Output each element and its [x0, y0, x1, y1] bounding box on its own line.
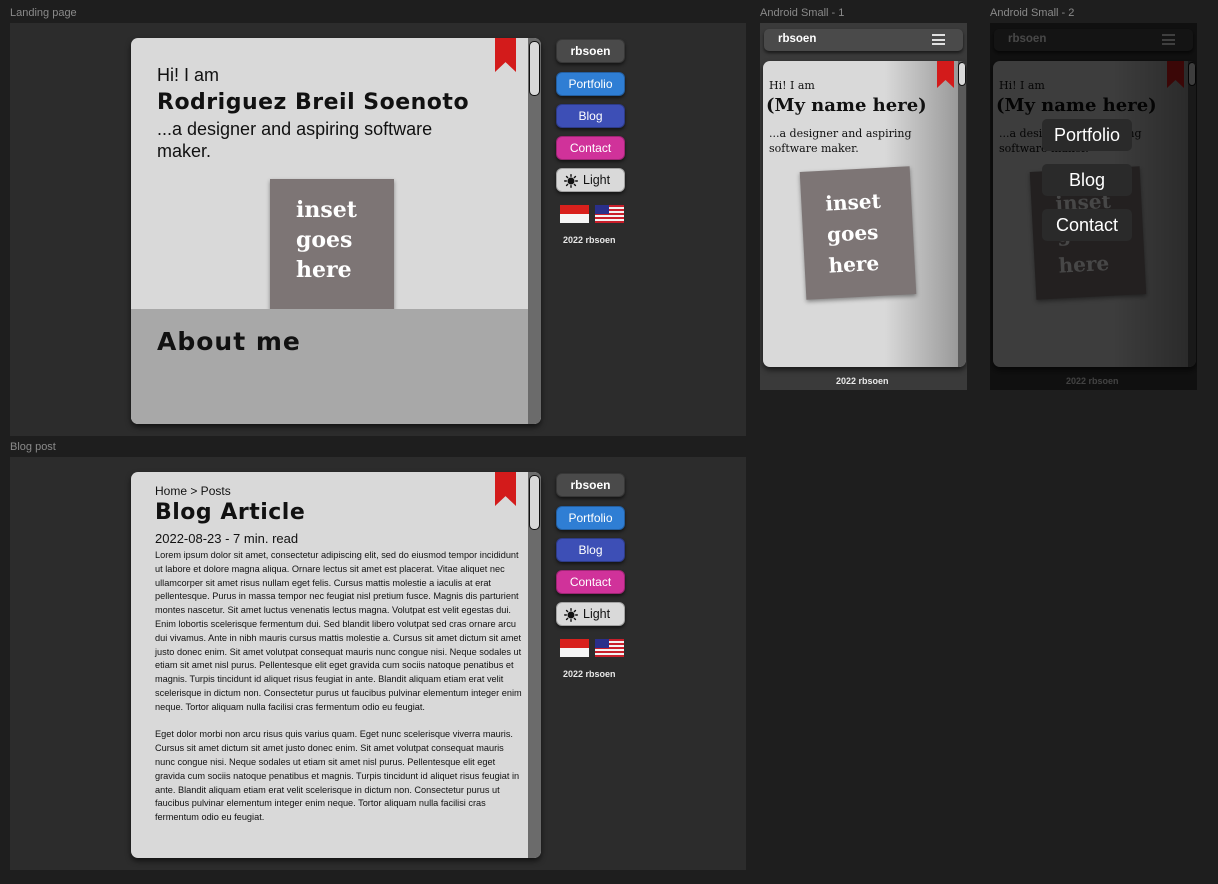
footer-text: 2022 rbsoen: [563, 669, 616, 679]
scrollbar[interactable]: [528, 472, 541, 858]
us-flag-icon[interactable]: [595, 639, 624, 657]
inset-word: here: [296, 257, 352, 283]
owner-name: (My name here): [766, 95, 927, 116]
article-paragraph: Lorem ipsum dolor sit amet, consectetur …: [155, 550, 522, 712]
article-paragraph: Eget dolor morbi non arcu risus quis var…: [155, 729, 520, 823]
contact-button[interactable]: Contact: [556, 136, 625, 160]
theme-toggle-button[interactable]: Light: [556, 602, 625, 626]
menu-backdrop[interactable]: [990, 23, 1197, 390]
blog-button[interactable]: Blog: [556, 104, 625, 128]
bookmark-icon: [937, 61, 954, 88]
theme-label: Light: [583, 173, 611, 187]
inset-word: here: [828, 250, 880, 278]
frame-label-blog: Blog post: [10, 441, 56, 453]
android-1-frame: rbsoen Hi! I am (My name here) ...a desi…: [760, 23, 967, 390]
blog-button[interactable]: Blog: [556, 538, 625, 562]
frame-label-landing: Landing page: [10, 7, 77, 19]
footer-text: 2022 rbsoen: [563, 235, 616, 245]
inset-placeholder: inset goes here: [270, 179, 394, 310]
mobile-top-bar: rbsoen: [764, 29, 963, 51]
landing-frame: Hi! I am Rodriguez Breil Soenoto ...a de…: [10, 23, 746, 436]
blog-card: Home > Posts Blog Article 2022-08-23 - 7…: [131, 472, 541, 858]
indonesia-flag-icon[interactable]: [560, 205, 589, 223]
theme-label: Light: [583, 607, 611, 621]
tagline: ...a designer and aspiring software make…: [769, 127, 912, 155]
hamburger-menu-icon[interactable]: [932, 34, 945, 45]
menu-item-blog[interactable]: Blog: [1042, 164, 1132, 196]
breadcrumb[interactable]: Home > Posts: [155, 484, 231, 498]
sun-icon: [564, 608, 578, 622]
android-2-frame: rbsoen Hi! I am (My name here) ...a desi…: [990, 23, 1197, 390]
scrollbar[interactable]: [958, 61, 966, 367]
inset-word: goes: [826, 219, 879, 247]
scrollbar-thumb[interactable]: [529, 475, 540, 530]
indonesia-flag-icon[interactable]: [560, 639, 589, 657]
blog-frame: Home > Posts Blog Article 2022-08-23 - 7…: [10, 457, 746, 870]
inset-word: goes: [296, 227, 353, 253]
menu-item-contact[interactable]: Contact: [1042, 209, 1132, 241]
about-section: About me: [131, 309, 541, 424]
owner-name: Rodriguez Breil Soenoto: [157, 90, 470, 115]
theme-toggle-button[interactable]: Light: [556, 168, 625, 192]
landing-card: Hi! I am Rodriguez Breil Soenoto ...a de…: [131, 38, 541, 424]
brand-button[interactable]: rbsoen: [556, 473, 625, 497]
frame-label-android-2: Android Small - 2: [990, 7, 1075, 19]
menu-item-portfolio[interactable]: Portfolio: [1042, 119, 1132, 151]
inset-word: inset: [824, 188, 882, 216]
about-title: About me: [157, 327, 301, 356]
frame-label-android-1: Android Small - 1: [760, 7, 845, 19]
greeting-text: Hi! I am: [769, 79, 815, 92]
post-meta: 2022-08-23 - 7 min. read: [155, 531, 299, 546]
brand-button[interactable]: rbsoen: [556, 39, 625, 63]
portfolio-button[interactable]: Portfolio: [556, 72, 625, 96]
greeting-text: Hi! I am: [157, 65, 220, 85]
inset-placeholder: inset goes here: [799, 166, 917, 300]
brand-button[interactable]: rbsoen: [778, 33, 816, 45]
scrollbar[interactable]: [528, 38, 541, 424]
bookmark-icon: [495, 38, 516, 72]
page-title: Blog Article: [155, 500, 306, 525]
portfolio-button[interactable]: Portfolio: [556, 506, 625, 530]
scrollbar-thumb[interactable]: [529, 41, 540, 96]
side-nav: rbsoen Portfolio Blog Contact Light 2022…: [556, 39, 625, 245]
inset-word: inset: [296, 197, 357, 223]
side-nav: rbsoen Portfolio Blog Contact Light 2022…: [556, 473, 625, 679]
footer-text: 2022 rbsoen: [836, 376, 889, 386]
mobile-card: Hi! I am (My name here) ...a designer an…: [763, 61, 966, 367]
scrollbar-thumb[interactable]: [958, 62, 966, 86]
us-flag-icon[interactable]: [595, 205, 624, 223]
tagline: ...a designer and aspiring software make…: [157, 119, 433, 161]
article-body: Lorem ipsum dolor sit amet, consectetur …: [155, 549, 525, 839]
contact-button[interactable]: Contact: [556, 570, 625, 594]
sun-icon: [564, 174, 578, 188]
bookmark-icon: [495, 472, 516, 506]
